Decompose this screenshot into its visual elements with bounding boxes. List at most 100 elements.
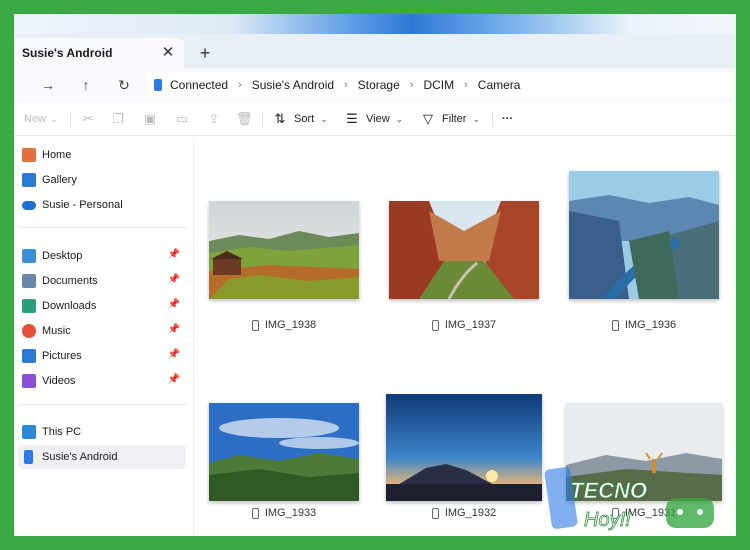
photo-blue-canyon (569, 171, 719, 299)
phone-icon (24, 450, 33, 464)
sidebar-divider (20, 227, 186, 228)
phone-file-icon (251, 319, 259, 331)
more-options-button[interactable]: ··· (502, 110, 513, 128)
sidebar-item-label: Documents (42, 275, 98, 287)
sort-icon: ⇅ (274, 111, 286, 126)
sidebar-item-label: Downloads (42, 300, 97, 312)
breadcrumb-dcim[interactable]: DCIM (423, 78, 454, 92)
photo-volcano-sunset (386, 394, 542, 501)
sidebar-item-videos[interactable]: Videos 📌 (18, 369, 186, 393)
trash-icon: 🗑 (236, 111, 253, 126)
file-name: IMG_1933 (264, 507, 317, 519)
thumbnail-img-1936[interactable] (569, 171, 719, 299)
filter-button[interactable]: ▽ Filter ⌄ (420, 110, 480, 128)
copy-button[interactable]: ❐ (110, 110, 126, 128)
refresh-icon[interactable]: ↻ (114, 75, 134, 95)
view-label: View (366, 113, 390, 125)
music-icon (22, 324, 36, 338)
sidebar-item-label: This PC (42, 426, 82, 438)
forward-icon[interactable]: → (38, 75, 58, 95)
copy-icon: ❐ (112, 111, 124, 126)
sidebar-item-documents[interactable]: Documents 📌 (18, 269, 186, 293)
phone-icon (154, 79, 162, 91)
rename-icon: ▭ (175, 111, 189, 126)
chevron-down-icon: ⌄ (50, 113, 58, 124)
pin-icon[interactable]: 📌 (168, 324, 180, 335)
breadcrumb-device[interactable]: Susie's Android (252, 78, 334, 92)
tecno-hoy-logo: TECNO Hoy!! (544, 467, 714, 531)
sort-button[interactable]: ⇅ Sort ⌄ (272, 110, 328, 128)
watermark-logo: TECNO Hoy!! (544, 462, 736, 536)
sidebar-item-onedrive[interactable]: Susie - Personal (18, 193, 186, 217)
thumbnail-img-1933[interactable] (209, 403, 359, 501)
filter-icon: ▽ (423, 111, 433, 126)
phone-file-icon (431, 319, 439, 331)
file-label: IMG_1933 (209, 507, 359, 519)
sidebar-item-label: Desktop (42, 250, 83, 262)
pin-icon[interactable]: 📌 (168, 249, 180, 260)
pc-icon (22, 425, 36, 439)
breadcrumb-camera[interactable]: Camera (478, 78, 521, 92)
toolbar-divider (262, 111, 263, 127)
home-icon (22, 148, 36, 162)
watermark-line2: Hoy!! (584, 509, 631, 531)
thumbnail-img-1938[interactable] (209, 201, 359, 299)
photo-cloudy-hills (209, 403, 359, 501)
thumbnail-img-1937[interactable] (389, 201, 539, 299)
filter-label: Filter (442, 113, 467, 125)
sidebar-item-label: Susie's Android (42, 451, 118, 463)
pin-icon[interactable]: 📌 (168, 274, 180, 285)
phone-file-icon (251, 507, 259, 519)
cloud-icon (22, 200, 36, 210)
sidebar-item-home[interactable]: Home (18, 143, 186, 167)
phone-file-icon (431, 507, 439, 519)
chevron-right-icon: › (464, 79, 468, 91)
chevron-right-icon: › (409, 79, 414, 91)
up-icon[interactable]: ↑ (76, 75, 96, 95)
desktop-wallpaper-strip (14, 14, 736, 34)
sidebar-item-this-pc[interactable]: This PC (18, 420, 186, 444)
sidebar-item-music[interactable]: Music 📌 (18, 319, 186, 343)
tab-susies-android[interactable]: Susie's Android ✕ (14, 38, 184, 68)
navigation-pane: Home Gallery Susie - Personal Desktop 📌 … (14, 137, 194, 536)
paste-button[interactable]: ▣ (142, 110, 158, 128)
sidebar-item-desktop[interactable]: Desktop 📌 (18, 244, 186, 268)
chevron-right-icon: › (238, 79, 242, 91)
pin-icon[interactable]: 📌 (168, 299, 180, 310)
tab-bar: Susie's Android ✕ + (14, 34, 736, 68)
close-icon[interactable]: ✕ (160, 45, 176, 61)
photo-hillside-houses (209, 201, 359, 299)
breadcrumb-connected[interactable]: Connected (170, 78, 228, 92)
thumbnail-img-1932[interactable] (386, 394, 542, 501)
pin-icon[interactable]: 📌 (168, 374, 180, 385)
new-tab-button[interactable]: + (194, 42, 216, 64)
paste-icon: ▣ (143, 111, 157, 126)
sidebar-item-downloads[interactable]: Downloads 📌 (18, 294, 186, 318)
file-label: IMG_1938 (209, 319, 359, 331)
sidebar-item-pictures[interactable]: Pictures 📌 (18, 344, 186, 368)
file-label: IMG_1937 (389, 319, 539, 331)
videos-icon (22, 374, 36, 388)
watermark-line1: TECNO (570, 478, 647, 503)
delete-button[interactable]: 🗑 (236, 110, 253, 128)
breadcrumb[interactable]: Connected › Susie's Android › Storage › … (146, 72, 736, 98)
chevron-down-icon: ⌄ (472, 113, 480, 124)
pin-icon[interactable]: 📌 (168, 349, 180, 360)
rename-button[interactable]: ▭ (174, 110, 190, 128)
file-name: IMG_1938 (264, 319, 317, 331)
sidebar-item-gallery[interactable]: Gallery (18, 168, 186, 192)
phone-file-icon (611, 319, 619, 331)
view-button[interactable]: ☰ View ⌄ (344, 110, 403, 128)
gallery-icon (22, 173, 36, 187)
breadcrumb-storage[interactable]: Storage (358, 78, 400, 92)
file-name: IMG_1937 (444, 319, 497, 331)
chevron-down-icon: ⌄ (320, 113, 328, 124)
new-button[interactable]: New ⌄ (24, 110, 58, 128)
share-button[interactable]: ⇪ (206, 110, 222, 128)
cut-button[interactable]: ✂ (80, 110, 96, 128)
documents-icon (22, 274, 36, 288)
file-label: IMG_1936 (569, 319, 719, 331)
address-bar: → ↑ ↻ Connected › Susie's Android › Stor… (14, 68, 736, 102)
sidebar-item-susies-android[interactable]: Susie's Android (18, 445, 186, 469)
sidebar-item-label: Music (42, 325, 71, 337)
